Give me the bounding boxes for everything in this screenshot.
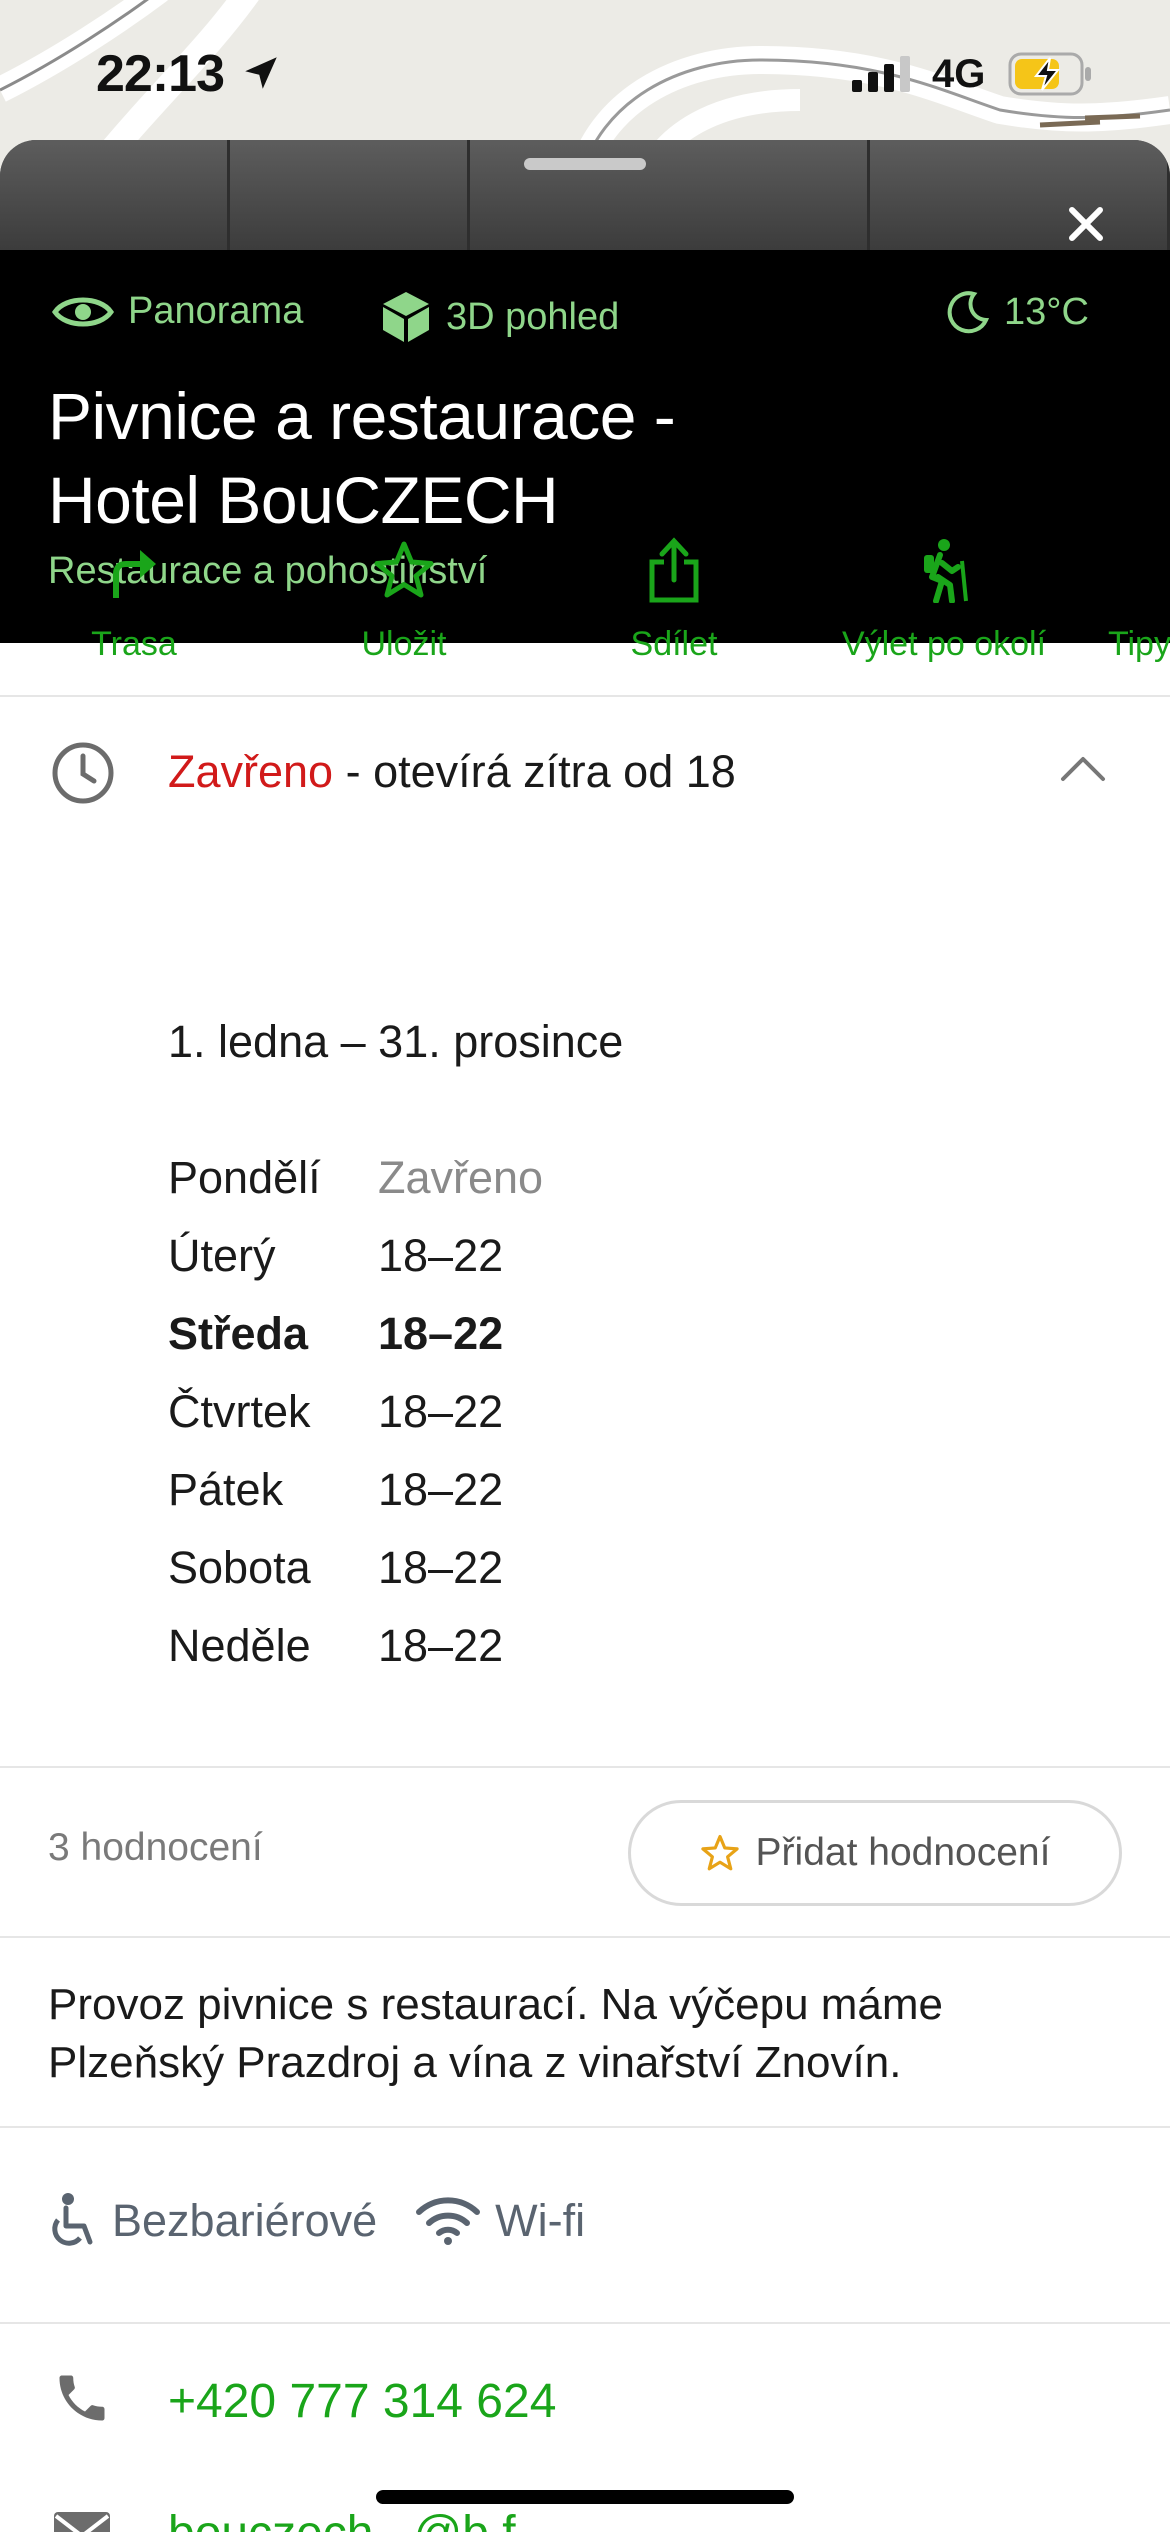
network-type: 4G	[932, 52, 986, 96]
hours-row: Neděle 18–22	[168, 1620, 543, 1698]
feature-wifi: Wi-fi	[415, 2195, 585, 2247]
feature-accessible: Bezbariérové	[48, 2192, 377, 2250]
opening-hours-table: Pondělí Zavřeno Úterý 18–22 Středa 18–22…	[168, 1152, 543, 1698]
day-name: Čtvrtek	[168, 1386, 311, 1437]
cellular-signal-icon	[852, 56, 914, 97]
divider	[0, 1766, 1170, 1768]
share-icon	[649, 537, 699, 603]
moon-icon	[947, 291, 990, 334]
location-arrow-icon	[240, 52, 282, 99]
hours-row: Sobota 18–22	[168, 1542, 543, 1620]
hours-row-today: Středa 18–22	[168, 1308, 543, 1386]
features-list: Bezbariérové Wi-fi	[48, 2192, 623, 2250]
add-review-button[interactable]: Přidat hodnocení	[628, 1800, 1122, 1906]
day-hours: 18–22	[378, 1308, 504, 1359]
phone-row[interactable]: +420 777 314 624	[0, 2340, 1170, 2450]
weather-indicator: 13°C	[946, 290, 1089, 334]
hiker-icon	[924, 539, 968, 603]
wheelchair-icon	[52, 2193, 93, 2246]
close-icon	[1069, 207, 1103, 241]
share-button[interactable]: Sdílet	[544, 533, 804, 664]
route-arrow-icon	[113, 550, 156, 598]
panorama-link[interactable]: Panorama	[52, 290, 303, 333]
temperature: 13°C	[1004, 290, 1089, 333]
chevron-up-icon[interactable]	[1060, 754, 1106, 787]
feature-accessible-label: Bezbariérové	[112, 2195, 378, 2246]
day-name: Pondělí	[168, 1152, 321, 1203]
day-name: Středa	[168, 1308, 309, 1359]
action-bar: Trasa Uložit Sdílet Výlet po okolí Tipy	[0, 503, 1170, 697]
day-hours: 18–22	[378, 1464, 504, 1515]
save-button[interactable]: Uložit	[274, 533, 534, 664]
hours-row: Pondělí Zavřeno	[168, 1152, 543, 1230]
opening-status: Zavřeno - otevírá zítra od 18	[168, 746, 736, 798]
trip-button[interactable]: Výlet po okolí	[814, 533, 1074, 664]
closed-status: Zavřeno	[168, 746, 334, 797]
cube-icon	[383, 292, 429, 342]
day-hours: Zavřeno	[378, 1152, 544, 1203]
status-bar: 22:13 4G	[0, 0, 1170, 150]
view-3d-label: 3D pohled	[446, 295, 620, 338]
home-indicator[interactable]	[376, 2490, 794, 2504]
opening-summary: - otevírá zítra od 18	[333, 746, 736, 797]
place-title-line1: Pivnice a restaurace -	[48, 379, 676, 453]
place-photo[interactable]	[0, 140, 1170, 250]
route-button[interactable]: Trasa	[4, 533, 264, 664]
eye-icon	[52, 297, 114, 326]
day-hours: 18–22	[378, 1386, 504, 1437]
share-label: Sdílet	[630, 625, 718, 663]
day-name: Sobota	[168, 1542, 311, 1593]
view-3d-link[interactable]: 3D pohled	[380, 290, 619, 344]
trip-label: Výlet po okolí	[841, 625, 1047, 663]
day-hours: 18–22	[378, 1542, 504, 1593]
opening-hours-toggle[interactable]: Zavřeno - otevírá zítra od 18	[0, 700, 1170, 820]
status-time: 22:13	[96, 45, 225, 103]
phone-icon	[52, 2368, 112, 2433]
battery-charging-icon	[1008, 52, 1094, 101]
season-range: 1. ledna – 31. prosince	[168, 1016, 624, 1067]
add-review-label: Přidat hodnocení	[755, 1831, 1051, 1874]
sheet-grabber[interactable]	[524, 158, 646, 170]
hours-row: Pátek 18–22	[168, 1464, 543, 1542]
save-label: Uložit	[361, 625, 447, 663]
day-name: Úterý	[168, 1230, 276, 1281]
day-hours: 18–22	[378, 1230, 504, 1281]
star-outline-icon	[700, 1834, 739, 1871]
feature-wifi-label: Wi-fi	[495, 2195, 586, 2246]
day-name: Neděle	[168, 1620, 311, 1671]
hours-row: Úterý 18–22	[168, 1230, 543, 1308]
route-label: Trasa	[91, 625, 177, 663]
divider	[0, 1936, 1170, 1938]
tips-label: Tipy	[1108, 625, 1170, 663]
day-hours: 18–22	[378, 1620, 504, 1671]
divider	[0, 2126, 1170, 2128]
mail-icon	[52, 2510, 112, 2532]
clock-icon	[50, 740, 116, 811]
hours-row: Čtvrtek 18–22	[168, 1386, 543, 1464]
reviews-count[interactable]: 3 hodnocení	[48, 1826, 263, 1870]
divider	[0, 2322, 1170, 2324]
tips-button[interactable]: Tipy	[1084, 533, 1170, 664]
star-icon	[374, 541, 434, 598]
place-description: Provoz pivnice s restaurací. Na výčepu m…	[48, 1980, 944, 2087]
panorama-label: Panorama	[128, 290, 304, 332]
day-name: Pátek	[168, 1464, 284, 1515]
phone-number[interactable]: +420 777 314 624	[168, 2374, 556, 2429]
wifi-icon	[416, 2197, 481, 2245]
email-address[interactable]: bouczech...@b.f...	[168, 2506, 556, 2532]
